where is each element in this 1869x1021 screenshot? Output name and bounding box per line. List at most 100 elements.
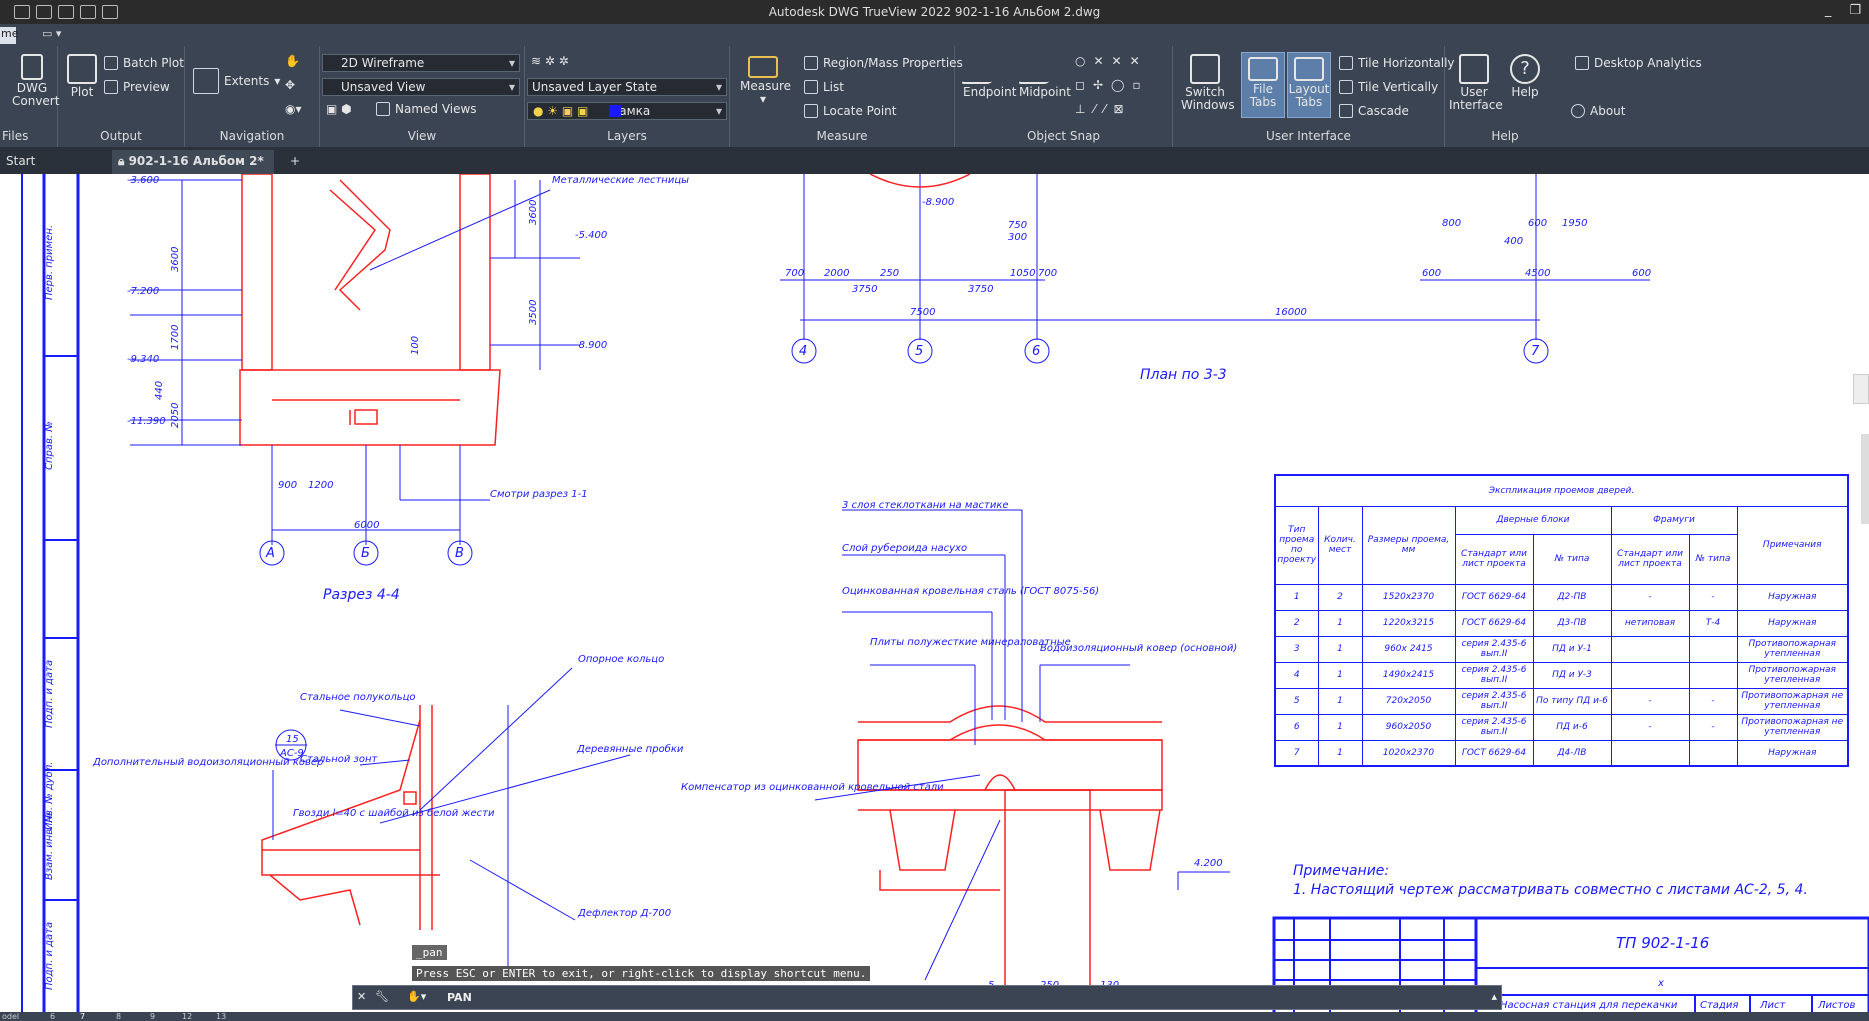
region-mass-button[interactable]: Region/Mass Properties — [804, 56, 963, 70]
table-body: 1 2 1520х2370 ГОСТ 6629-64 Д2-ПВ - - Наружная 2 1… — [1274, 583, 1849, 767]
visual-style-select[interactable]: 2D Wireframe — [322, 54, 520, 72]
close-icon[interactable]: ✕ — [357, 990, 366, 1003]
saved-view-select[interactable]: Unsaved View — [322, 78, 520, 96]
switch-windows-button[interactable]: Switch Windows — [1181, 54, 1235, 112]
table-row: 4 1 1490х2415 серия 2.435-6 вып.II ПД и У-3 П… — [1274, 661, 1849, 689]
dim-section-8: 3600 — [528, 200, 539, 225]
command-line[interactable]: ✕ 🔧︎ ✋▾ PAN ▴ — [352, 985, 1502, 1010]
snap-icons-row3[interactable]: ⊥⁄⁄⊠ — [1075, 102, 1132, 116]
panel-view: 2D Wireframe Unsaved View ▣ ⬢ Named View… — [320, 46, 525, 147]
restore-icon[interactable]: ❐ — [1849, 3, 1861, 18]
th-type: Тип проема по проекту — [1274, 505, 1319, 585]
preview-icon[interactable] — [102, 5, 118, 19]
detail1-ref-num: 15 — [286, 734, 299, 745]
command-history-1: _pan — [412, 945, 447, 960]
table-cell: ГОСТ 6629-64 — [1454, 739, 1534, 767]
endpoint-button[interactable]: Endpoint — [960, 54, 1016, 99]
layout-tab-12[interactable]: 12 — [182, 1012, 192, 1021]
batch-plot-icon — [104, 56, 118, 70]
snap-icons-row2[interactable]: ◻✢◯▫ — [1075, 78, 1149, 92]
batch-plot-button[interactable]: Batch Plot — [104, 56, 184, 70]
vertical-scrollbar[interactable] — [1861, 434, 1869, 524]
desktop-analytics-button[interactable]: Desktop Analytics — [1575, 56, 1702, 70]
tab-active-drawing[interactable]: 🔒︎ 902-1-16 Альбом 2* ✕ — [112, 150, 274, 190]
view-cube-icon[interactable]: ▣ ⬢ — [326, 102, 352, 116]
dim-section-15: 1200 — [308, 480, 333, 491]
dwg-convert-icon[interactable] — [36, 5, 52, 19]
layer-properties-icon[interactable]: ≋ ✲ ✲ — [531, 54, 569, 68]
dim-section-13: 100 — [410, 336, 421, 355]
command-input[interactable]: PAN — [447, 991, 472, 1004]
midpoint-button[interactable]: Midpoint — [1017, 54, 1073, 99]
locate-point-button[interactable]: Locate Point — [804, 104, 896, 118]
ribbon-dropdown-icon[interactable]: ▭ ▾ — [42, 27, 70, 42]
table-cell: Наружная — [1736, 609, 1849, 637]
layout-tab-6[interactable]: 6 — [50, 1012, 55, 1021]
dim-section-3: -7.200 — [127, 286, 159, 297]
dim-section-14: 900 — [278, 480, 297, 491]
extents-button[interactable]: Extents ▾ — [193, 68, 280, 94]
desktop-analytics-icon — [1575, 56, 1589, 70]
tile-vertically-button[interactable]: Tile Vertically — [1339, 80, 1438, 94]
plot-button[interactable]: Plot — [62, 54, 102, 99]
help-button[interactable]: ? Help — [1505, 54, 1545, 99]
cascade-button[interactable]: Cascade — [1339, 104, 1409, 118]
dim-plan-10: 750 — [1008, 220, 1027, 231]
panel-files: DWG Convert Files — [0, 46, 59, 147]
open-icon[interactable] — [14, 5, 30, 19]
table-cell: серия 2.435-6 вып.II — [1454, 713, 1534, 741]
plan-dimensions — [780, 174, 1650, 364]
layout-tab-13[interactable]: 13 — [216, 1012, 226, 1021]
dim-plan-18: 600 — [1632, 268, 1651, 279]
panel-measure: Measure ▾ Region/Mass Properties List Loc… — [730, 46, 963, 147]
panel-object-snap-title: Object Snap — [1026, 129, 1101, 143]
table-cell: 1 — [1317, 609, 1363, 637]
chevron-up-icon[interactable]: ▴ — [1491, 990, 1497, 1003]
table-cell: 1 — [1274, 583, 1319, 611]
table-row: 7 1 1020х2370 ГОСТ 6629-64 Д4-ЛВ Наружная — [1274, 739, 1849, 767]
preview-button[interactable]: Preview — [104, 80, 170, 94]
orbit-icon[interactable]: ✥ — [285, 78, 295, 92]
viewport-controls[interactable] — [1853, 374, 1869, 404]
list-icon — [804, 80, 818, 94]
axis-a: А — [265, 546, 275, 561]
dim-section-7: 3600 — [170, 247, 181, 272]
user-interface-button[interactable]: User Interface — [1449, 54, 1503, 112]
dim-plan-11: 300 — [1008, 232, 1027, 243]
steering-wheel-icon[interactable]: ◉▾ — [285, 102, 302, 116]
list-button[interactable]: List — [804, 80, 844, 94]
layout-tab-model[interactable]: odel — [2, 1012, 19, 1021]
minimize-icon[interactable]: _ — [1825, 3, 1832, 18]
tab-start[interactable]: Start — [0, 150, 41, 174]
wrench-icon[interactable]: 🔧︎ — [375, 990, 389, 1003]
new-tab-button[interactable]: + — [284, 150, 306, 174]
th-frames: Фрамуги — [1610, 505, 1738, 535]
tile-horizontally-button[interactable]: Tile Horizontally — [1339, 56, 1455, 70]
batch-plot-icon[interactable] — [80, 5, 96, 19]
table-cell: 720х2050 — [1361, 687, 1456, 715]
pan-icon[interactable]: ✋ — [285, 54, 300, 68]
drawing-canvas[interactable]: Перв. примен. Справ. № Подп. и дата Инв.… — [0, 174, 1869, 1012]
measure-button[interactable]: Measure ▾ — [740, 56, 791, 106]
panel-navigation: Extents ▾ ✋ ✥ ◉▾ Navigation — [185, 46, 320, 147]
dim-section-16: 6000 — [354, 520, 379, 531]
layout-tab-7[interactable]: 7 — [80, 1012, 85, 1021]
about-button[interactable]: About — [1571, 104, 1625, 118]
lock-icon: 🔒︎ — [118, 154, 125, 168]
layout-tab-8[interactable]: 8 — [116, 1012, 121, 1021]
dwg-convert-button[interactable]: DWG Convert — [12, 54, 59, 108]
tab-home[interactable]: me — [0, 27, 18, 44]
layout-tab-9[interactable]: 9 — [150, 1012, 155, 1021]
dim-plan-14: 1950 — [1562, 218, 1587, 229]
dim-plan-9: 16000 — [1275, 307, 1307, 318]
layout-tabs-button[interactable]: Layout Tabs — [1287, 52, 1331, 118]
dwg-convert-label: DWG Convert — [12, 81, 60, 108]
plot-icon[interactable] — [58, 5, 74, 19]
file-tabs-button[interactable]: File Tabs — [1241, 52, 1285, 118]
snap-icons-row1[interactable]: ○✕✕✕ — [1075, 54, 1148, 68]
ribbon-tabs: me ▭ ▾ — [0, 24, 1869, 46]
switch-windows-label: Switch Windows — [1181, 85, 1235, 112]
named-views-button[interactable]: Named Views — [376, 102, 477, 116]
th-note: Примечания — [1736, 505, 1849, 585]
layer-state-select[interactable]: Unsaved Layer State — [527, 78, 727, 96]
